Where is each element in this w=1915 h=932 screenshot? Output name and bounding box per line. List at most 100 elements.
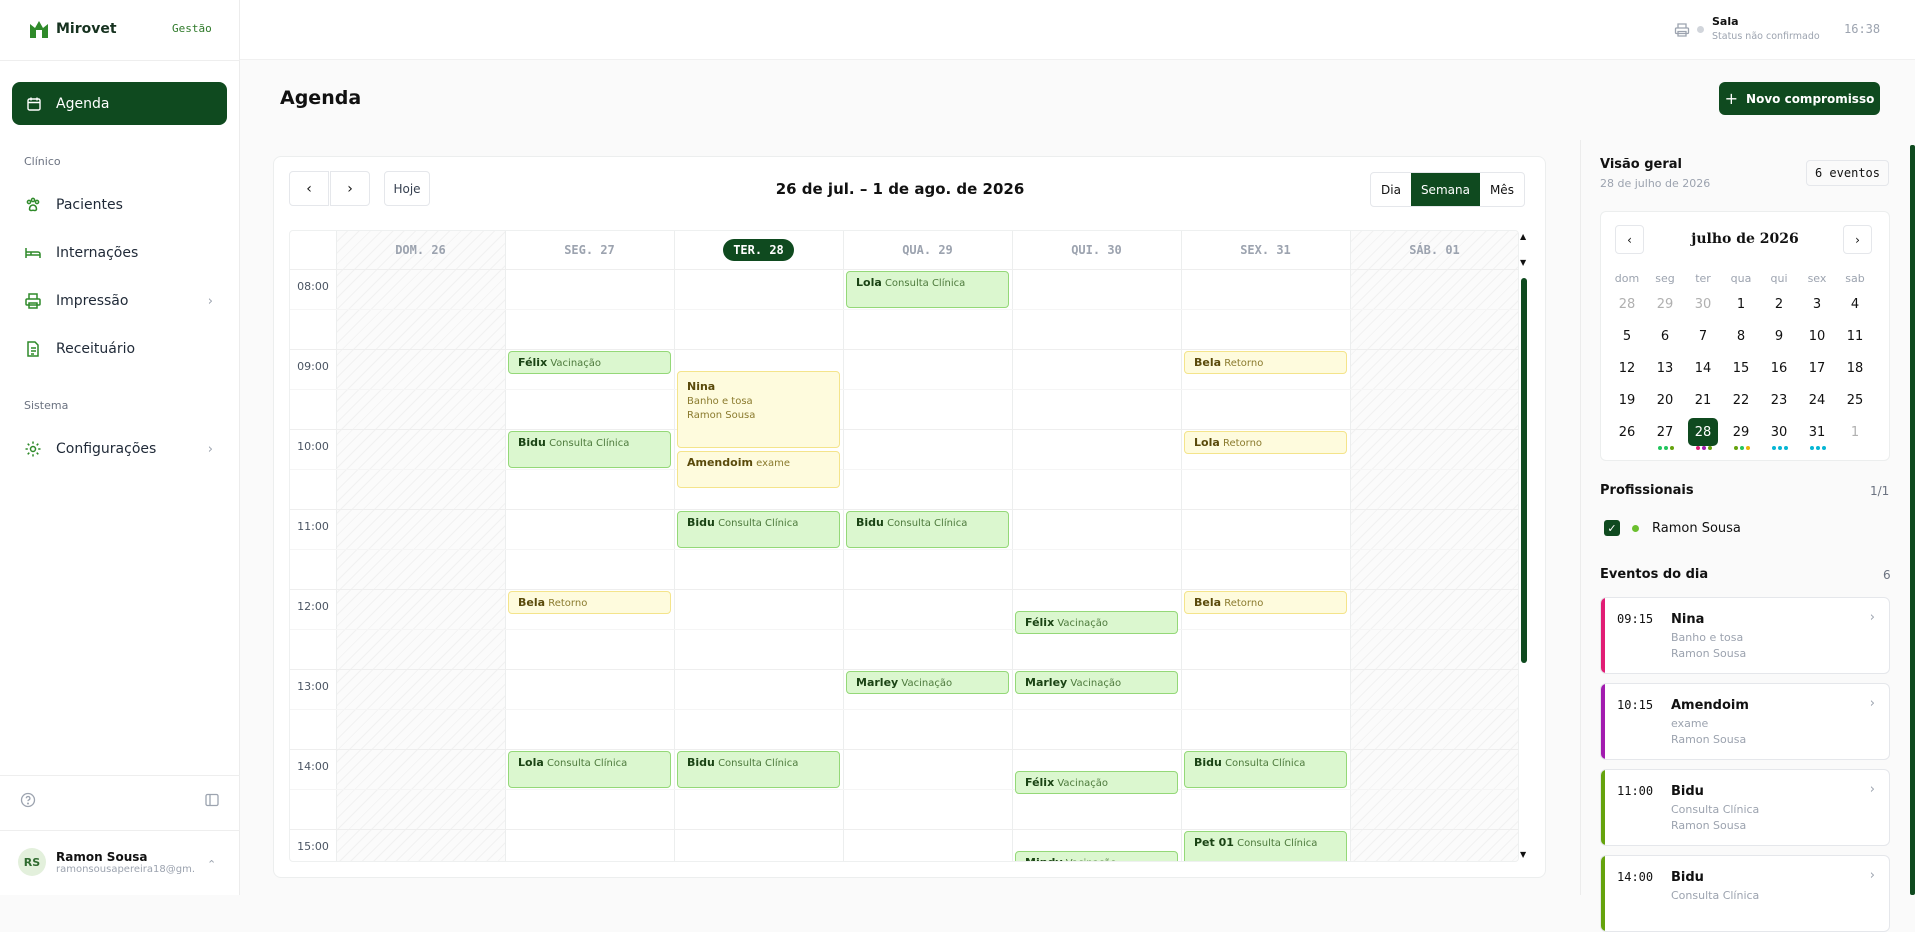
mini-day[interactable]: 1: [1840, 418, 1870, 446]
new-appointment-button[interactable]: + Novo compromisso: [1719, 82, 1880, 115]
calendar-event[interactable]: Bela Retorno: [1184, 591, 1347, 615]
mini-day[interactable]: 12: [1612, 354, 1642, 382]
printer-icon[interactable]: [1674, 22, 1690, 38]
sidebar-item-internacoes[interactable]: Internações: [12, 233, 227, 273]
calendar-event[interactable]: Marley Vacinação: [1015, 671, 1178, 695]
calendar-event[interactable]: Bela Retorno: [1184, 351, 1347, 375]
mini-day[interactable]: 22: [1726, 386, 1756, 414]
view-day-button[interactable]: Dia: [1371, 173, 1411, 206]
calendar-event[interactable]: Nina Banho e tosa Ramon Sousa: [677, 371, 840, 448]
mini-day[interactable]: 29: [1726, 418, 1756, 446]
mini-day[interactable]: 30: [1688, 290, 1718, 318]
brand[interactable]: Mirovet: [28, 18, 117, 40]
day-event-card[interactable]: 09:15 Nina Banho e tosa Ramon Sousa ›: [1600, 597, 1890, 674]
calendar-event[interactable]: Bela Retorno: [508, 591, 671, 615]
scroll-down-arrow[interactable]: ▼: [1520, 850, 1526, 859]
mini-day[interactable]: 27: [1650, 418, 1680, 446]
mini-day[interactable]: 5: [1612, 322, 1642, 350]
mini-day[interactable]: 30: [1764, 418, 1794, 446]
sidebar-item-agenda[interactable]: Agenda: [12, 82, 227, 125]
calendar-event[interactable]: Félix Vacinação: [1015, 771, 1178, 795]
day-header[interactable]: QUA. 29: [843, 231, 1012, 269]
user-menu[interactable]: RS Ramon Sousa ramonsousapereira18@gm...: [18, 848, 196, 876]
view-week-button[interactable]: Semana: [1410, 173, 1480, 206]
mini-day[interactable]: 14: [1688, 354, 1718, 382]
help-icon[interactable]: [20, 792, 36, 808]
sidebar-item-pacientes[interactable]: Pacientes: [12, 185, 227, 225]
mini-day[interactable]: 8: [1726, 322, 1756, 350]
mini-prev-month-button[interactable]: ‹: [1615, 225, 1644, 254]
mini-weekday: sab: [1845, 272, 1865, 285]
calendar-event[interactable]: Bidu Consulta Clínica: [1184, 751, 1347, 788]
day-event-card[interactable]: 10:15 Amendoim exame Ramon Sousa ›: [1600, 683, 1890, 760]
mini-day[interactable]: 29: [1650, 290, 1680, 318]
mini-day[interactable]: 4: [1840, 290, 1870, 318]
event-type: Consulta Clínica: [549, 438, 630, 449]
calendar-event[interactable]: Lola Consulta Clínica: [846, 271, 1009, 308]
mini-day[interactable]: 21: [1688, 386, 1718, 414]
mini-day[interactable]: 3: [1802, 290, 1832, 318]
calendar-event[interactable]: Bidu Consulta Clínica: [677, 751, 840, 788]
calendar-event[interactable]: Mindy Vacinação: [1015, 851, 1178, 861]
view-month-button[interactable]: Mês: [1480, 173, 1524, 206]
day-header[interactable]: DOM. 26: [336, 231, 505, 269]
panel-scrollbar[interactable]: [1910, 145, 1915, 895]
grid-scrollbar[interactable]: [1521, 278, 1527, 663]
mini-day[interactable]: 16: [1764, 354, 1794, 382]
mini-day[interactable]: 7: [1688, 322, 1718, 350]
mini-day[interactable]: 20: [1650, 386, 1680, 414]
day-header[interactable]: QUI. 30: [1012, 231, 1181, 269]
mini-day[interactable]: 9: [1764, 322, 1794, 350]
calendar-event[interactable]: Bidu Consulta Clínica: [508, 431, 671, 468]
calendar-event[interactable]: Lola Consulta Clínica: [508, 751, 671, 788]
mini-day[interactable]: 28: [1612, 290, 1642, 318]
mini-day[interactable]: 2: [1764, 290, 1794, 318]
mini-day[interactable]: 13: [1650, 354, 1680, 382]
mini-day[interactable]: 28: [1688, 418, 1718, 446]
mini-day[interactable]: 18: [1840, 354, 1870, 382]
sidebar-item-impressao[interactable]: Impressão ›: [12, 281, 227, 321]
calendar-event[interactable]: Lola Retorno: [1184, 431, 1347, 455]
calendar-event[interactable]: Marley Vacinação: [846, 671, 1009, 695]
mini-day[interactable]: 1: [1726, 290, 1756, 318]
prev-week-button[interactable]: ‹: [289, 171, 329, 206]
next-week-button[interactable]: ›: [330, 171, 370, 206]
chevron-up-icon[interactable]: ⌃: [207, 858, 216, 871]
mini-day[interactable]: 31: [1802, 418, 1832, 446]
mini-weekday: ter: [1695, 272, 1711, 285]
mini-day[interactable]: 6: [1650, 322, 1680, 350]
mini-day[interactable]: 26: [1612, 418, 1642, 446]
calendar-event[interactable]: Bidu Consulta Clínica: [846, 511, 1009, 548]
day-column[interactable]: [336, 231, 505, 861]
day-header[interactable]: SEX. 31: [1181, 231, 1350, 269]
today-button[interactable]: Hoje: [384, 171, 430, 206]
mini-day[interactable]: 25: [1840, 386, 1870, 414]
mini-day[interactable]: 15: [1726, 354, 1756, 382]
scroll-down-arrow[interactable]: ▼: [1520, 258, 1526, 267]
professional-checkbox[interactable]: ✓: [1604, 520, 1620, 536]
mini-day[interactable]: 10: [1802, 322, 1832, 350]
calendar-event[interactable]: Félix Vacinação: [508, 351, 671, 375]
room-status[interactable]: Sala Status não confirmado: [1712, 15, 1820, 42]
day-event-card[interactable]: 11:00 Bidu Consulta Clínica Ramon Sousa ›: [1600, 769, 1890, 846]
calendar-event[interactable]: Amendoim exame: [677, 451, 840, 488]
mini-day[interactable]: 24: [1802, 386, 1832, 414]
mini-day[interactable]: 23: [1764, 386, 1794, 414]
day-event-card[interactable]: 14:00 Bidu Consulta Clínica ›: [1600, 855, 1890, 932]
scroll-up-arrow[interactable]: ▲: [1520, 232, 1526, 241]
mini-day[interactable]: 11: [1840, 322, 1870, 350]
day-column[interactable]: [1012, 231, 1181, 861]
day-header[interactable]: SEG. 27: [505, 231, 674, 269]
collapse-sidebar-icon[interactable]: [204, 792, 220, 808]
mini-day[interactable]: 17: [1802, 354, 1832, 382]
mini-next-month-button[interactable]: ›: [1843, 225, 1872, 254]
mini-day[interactable]: 19: [1612, 386, 1642, 414]
sidebar-item-configuracoes[interactable]: Configurações ›: [12, 429, 227, 469]
day-header[interactable]: TER. 28: [674, 231, 843, 269]
calendar-event[interactable]: Bidu Consulta Clínica: [677, 511, 840, 548]
sidebar-item-receituario[interactable]: Receituário: [12, 329, 227, 369]
day-column[interactable]: [1350, 231, 1518, 861]
calendar-event[interactable]: Pet 01 Consulta Clínica: [1184, 831, 1347, 861]
calendar-event[interactable]: Félix Vacinação: [1015, 611, 1178, 635]
day-header[interactable]: SÁB. 01: [1350, 231, 1518, 269]
